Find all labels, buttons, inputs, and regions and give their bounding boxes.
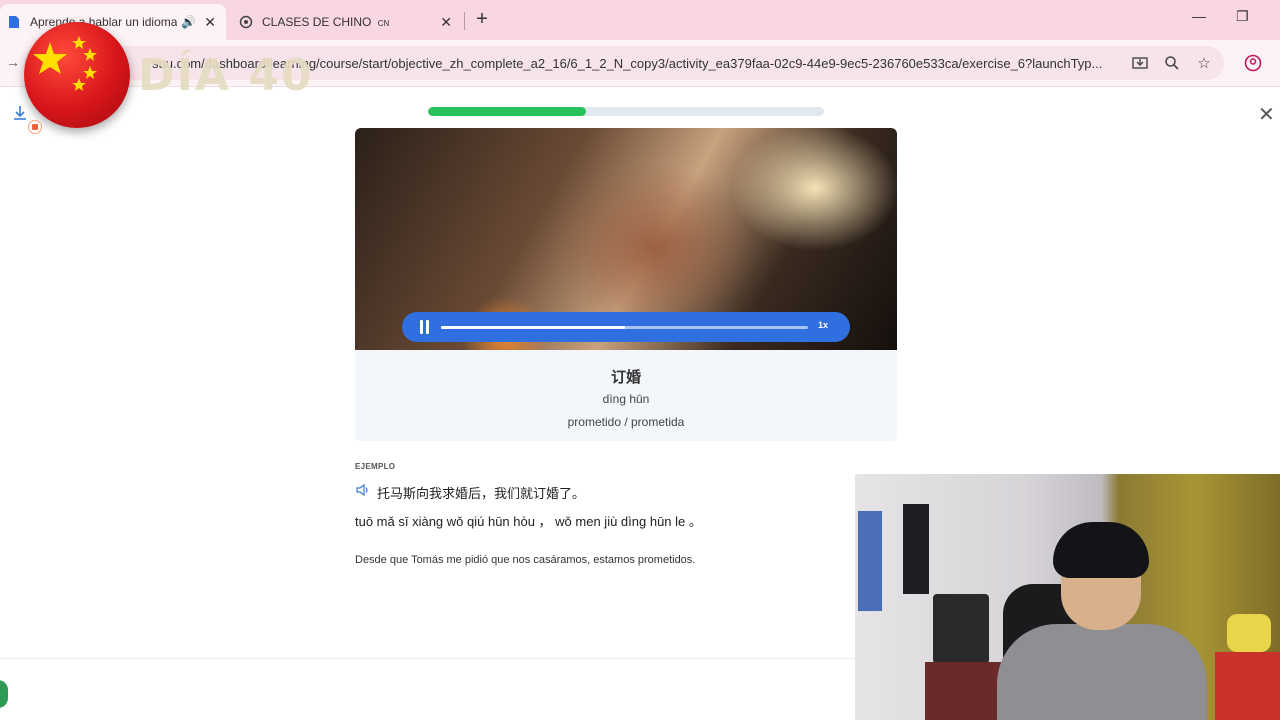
webcam-bed (1215, 652, 1280, 720)
webcam-overlay (855, 474, 1280, 720)
recording-indicator-icon (28, 120, 42, 134)
example-speaker-icon[interactable] (356, 483, 370, 499)
bookmark-star-icon[interactable]: ☆ (1195, 54, 1213, 72)
player-progress-fill (441, 326, 625, 329)
example-chinese: 托马斯向我求婚后，我们就订婚了。 (377, 487, 586, 502)
tab-close-icon[interactable]: ✕ (204, 14, 216, 31)
example-label: EJEMPLO (355, 462, 396, 471)
restore-icon[interactable]: ❐ (1236, 8, 1249, 25)
busuu-favicon-icon (6, 14, 22, 30)
tab-clases-de-chino[interactable]: CLASES DE CHINO CN ✕ (232, 4, 462, 40)
download-icon[interactable] (12, 104, 28, 124)
webcam-person-hair (1053, 522, 1149, 578)
lesson-progress-bar (428, 107, 824, 116)
webcam-table (925, 662, 1005, 720)
tab-title-badge: CN (377, 19, 390, 28)
chat-launcher-button[interactable] (0, 680, 8, 708)
lesson-progress-fill (428, 107, 587, 116)
vocabulary-video[interactable]: 1x (355, 128, 897, 350)
close-lesson-icon[interactable]: ✕ (1258, 102, 1275, 127)
tab-title: CLASES DE CHINO (262, 15, 372, 29)
word-meaning: prometido / prometida (567, 415, 685, 429)
day-counter-label: DÍA 40 (138, 50, 314, 101)
word-hanzi: 订婚 (610, 368, 641, 386)
minimize-icon[interactable]: — (1192, 8, 1206, 24)
webcam-person-body (997, 624, 1207, 720)
china-flag-badge (24, 22, 130, 128)
zoom-icon[interactable] (1163, 54, 1181, 72)
pause-icon[interactable] (420, 320, 430, 334)
webcam-pillow (1227, 614, 1271, 652)
player-progress-track[interactable] (441, 326, 808, 329)
footer-divider (0, 658, 855, 659)
tab-separator (464, 12, 465, 30)
china-flag-stars-icon (33, 36, 97, 91)
word-pinyin: dìng hūn (602, 392, 650, 406)
tab-busuu[interactable]: Aprende a hablar un idioma 🔊 ✕ (0, 4, 226, 40)
chatgpt-favicon-icon (238, 14, 254, 30)
forward-arrow-icon[interactable]: → (6, 54, 20, 70)
browser-tab-bar: Aprende a hablar un idioma 🔊 ✕ CLASES DE… (0, 0, 1280, 40)
webcam-poster (857, 510, 883, 612)
example-pinyin: tuō mǎ sī xiàng wǒ qiú hūn hòu ， wǒ men … (355, 514, 702, 529)
playback-speed-button[interactable]: 1x (818, 320, 828, 330)
install-app-icon[interactable] (1131, 54, 1149, 72)
tab-audio-icon[interactable]: 🔊 (181, 15, 196, 29)
profile-icon[interactable] (1244, 54, 1262, 72)
tab-close-icon[interactable]: ✕ (440, 14, 452, 31)
webcam-coffee-machine (933, 594, 989, 664)
example-translation: Desde que Tomás me pidió que nos casáram… (355, 554, 696, 566)
vocabulary-card: 1x 订婚 dìng hūn prometido / prometida (355, 128, 897, 441)
new-tab-icon[interactable]: + (472, 8, 492, 32)
webcam-poster (903, 504, 929, 594)
audio-player[interactable]: 1x (402, 312, 850, 342)
